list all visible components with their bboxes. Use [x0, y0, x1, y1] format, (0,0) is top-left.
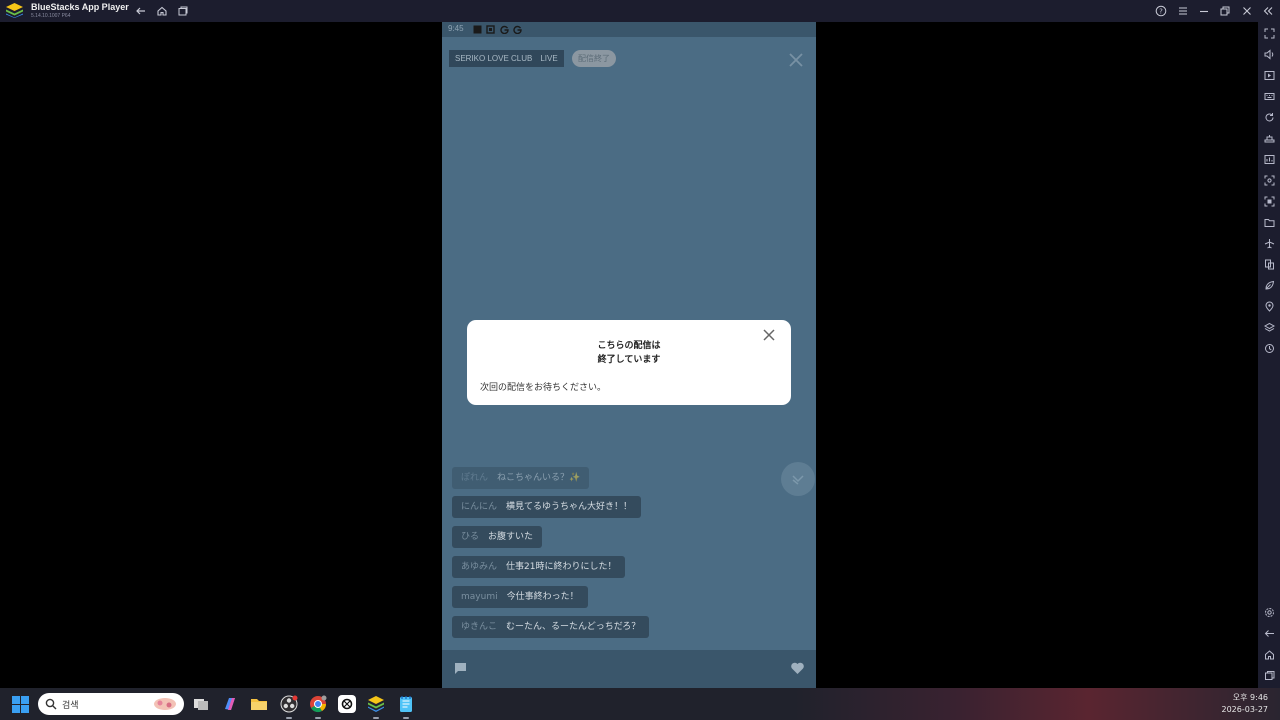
chat-comment: あゆみん 仕事21時に終わりにした！: [452, 556, 626, 578]
task-view-icon[interactable]: [192, 695, 210, 713]
keyboard-icon[interactable]: [1262, 89, 1276, 103]
chrome-icon[interactable]: [309, 695, 327, 713]
back-icon[interactable]: [133, 3, 149, 19]
comment-user: ぽれん: [461, 473, 489, 483]
dialog-title: こちらの配信は 終了しています: [467, 339, 791, 367]
folder-icon[interactable]: [1262, 215, 1276, 229]
chat-comment: ゆきんこ むーたん、るーたんどっちだろ？: [452, 616, 650, 638]
chatgpt-icon[interactable]: [338, 695, 356, 713]
chat-comment: にんにん 横見てるゆうちゃん大好き！！: [452, 496, 642, 518]
svg-text:?: ?: [1159, 8, 1163, 16]
comment-message: むーたん、るーたんどっちだろ？: [506, 622, 641, 632]
running-indicator: [373, 717, 379, 719]
running-indicator: [315, 717, 321, 719]
file-explorer-icon[interactable]: [250, 695, 268, 713]
volume-icon[interactable]: [1262, 47, 1276, 61]
back-icon[interactable]: [1262, 626, 1276, 640]
comment-user: あゆみん: [461, 562, 498, 572]
restore-icon[interactable]: [1217, 3, 1233, 19]
clock-date: 2026-03-27: [1221, 705, 1269, 714]
obs-icon[interactable]: [280, 695, 298, 713]
stream-ended-badge: 配信終了: [572, 50, 616, 67]
notification-app-icon: [486, 25, 495, 34]
rotate-icon[interactable]: [1262, 110, 1276, 124]
shake-icon[interactable]: [1262, 131, 1276, 145]
notification-square-icon: [473, 25, 482, 34]
comment-message: ねこちゃんいる？✨: [497, 473, 581, 483]
fullscreen-icon[interactable]: [1262, 26, 1276, 40]
scroll-down-button[interactable]: [781, 462, 815, 496]
comment-user: ゆきんこ: [461, 622, 498, 632]
dialog-title-line: こちらの配信は: [597, 341, 661, 351]
multi-instance-icon[interactable]: [1262, 257, 1276, 271]
minimize-icon[interactable]: [1196, 3, 1212, 19]
chat-comment: mayumi 今仕事終わった！: [452, 586, 588, 608]
layers-icon[interactable]: [1262, 320, 1276, 334]
settings-icon[interactable]: [1262, 605, 1276, 619]
airplane-icon[interactable]: [1262, 236, 1276, 250]
comment-message: お腹すいた: [488, 532, 534, 542]
home-icon[interactable]: [1262, 647, 1276, 661]
google-g-icon: [500, 25, 509, 34]
comment-message: 今仕事終わった！: [506, 592, 579, 602]
running-indicator: [286, 717, 292, 719]
media-icon[interactable]: [1262, 68, 1276, 82]
heart-icon[interactable]: [790, 661, 805, 676]
comment-icon[interactable]: [453, 661, 468, 676]
status-time: 9:45: [448, 24, 464, 33]
stream-bottom-bar: [442, 650, 816, 688]
taskbar-search-input[interactable]: 검색: [38, 693, 184, 715]
search-icon: [45, 698, 57, 710]
menu-icon[interactable]: [1175, 3, 1191, 19]
comment-message: 横見てるゆうちゃん大好き！！: [506, 502, 633, 512]
record-icon[interactable]: [1262, 194, 1276, 208]
dialog-message: 次回の配信をお待ちください。: [480, 383, 607, 393]
eco-mode-icon[interactable]: [1262, 278, 1276, 292]
comment-message: 仕事21時に終わりにした！: [506, 562, 617, 572]
stream-ended-dialog: こちらの配信は 終了しています 次回の配信をお待ちください。: [467, 320, 791, 405]
channel-live-label: SERIKO LOVE CLUB LIVE: [449, 50, 564, 67]
comment-user: にんにん: [461, 502, 498, 512]
dialog-title-line: 終了しています: [597, 355, 661, 365]
android-status-bar: 9:45: [442, 22, 816, 37]
search-placeholder: 검색: [62, 701, 79, 711]
help-icon[interactable]: ?: [1153, 3, 1169, 19]
sync-icon[interactable]: [1262, 341, 1276, 355]
running-indicator: [403, 717, 409, 719]
comment-user: ひる: [461, 532, 480, 542]
chat-comment: ぽれん ねこちゃんいる？✨: [452, 467, 590, 489]
system-clock[interactable]: 오후 9:46 2026-03-27: [1222, 692, 1269, 716]
windows-start-icon[interactable]: [12, 696, 29, 713]
close-stream-icon[interactable]: [788, 52, 804, 68]
bluestacks-titlebar: BlueStacks App Player 5.14.10.1007 P64 ?: [0, 0, 1280, 22]
close-icon[interactable]: [1239, 3, 1255, 19]
multi-instance-icon[interactable]: [175, 3, 191, 19]
recents-icon[interactable]: [1262, 668, 1276, 682]
collapse-sidebar-icon[interactable]: [1260, 3, 1276, 19]
location-icon[interactable]: [1262, 299, 1276, 313]
bluestacks-sidebar: [1258, 22, 1280, 688]
screenshot-icon[interactable]: [1262, 173, 1276, 187]
home-icon[interactable]: [154, 3, 170, 19]
google-g-icon: [513, 25, 522, 34]
copilot-icon[interactable]: [221, 695, 239, 713]
windows-taskbar: 검색 오후 9:46 2026-03-27: [0, 688, 1280, 720]
chevron-down-icon: [792, 475, 804, 485]
performance-icon[interactable]: [1262, 152, 1276, 166]
clock-time: 오후 9:46: [1232, 693, 1268, 702]
app-version: 5.14.10.1007 P64: [31, 13, 71, 19]
app-title: BlueStacks App Player: [31, 2, 129, 12]
search-highlight-art-icon: [154, 698, 176, 710]
comment-user: mayumi: [461, 592, 498, 602]
bluestacks-logo-icon: [6, 3, 23, 18]
notepad-icon[interactable]: [397, 695, 415, 713]
bluestacks-taskbar-icon[interactable]: [367, 695, 385, 713]
chat-comment: ひる お腹すいた: [452, 526, 543, 548]
